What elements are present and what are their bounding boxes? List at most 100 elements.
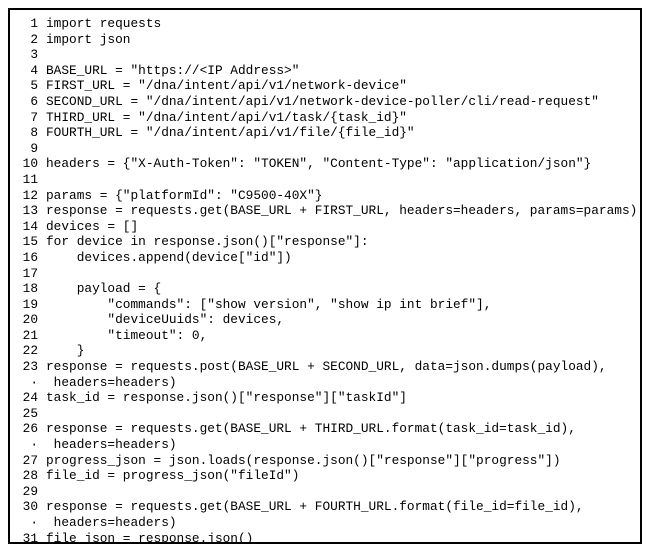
code-line: 31file_json = response.json(): [10, 531, 640, 544]
code-line: 10headers = {"X-Auth-Token": "TOKEN", "C…: [10, 156, 640, 172]
code-text: [46, 484, 640, 500]
line-number: 23: [10, 359, 46, 375]
line-number: 24: [10, 390, 46, 406]
code-text: response = requests.post(BASE_URL + SECO…: [46, 359, 640, 375]
line-number: 25: [10, 406, 46, 422]
code-text: THIRD_URL = "/dna/intent/api/v1/task/{ta…: [46, 110, 640, 126]
line-number: 2: [10, 32, 46, 48]
code-line: 2import json: [10, 32, 640, 48]
code-text: headers=headers): [46, 515, 640, 531]
line-number: ·: [10, 375, 46, 391]
code-text: "deviceUuids": devices,: [46, 312, 640, 328]
line-number: 20: [10, 312, 46, 328]
code-line: 23response = requests.post(BASE_URL + SE…: [10, 359, 640, 375]
code-text: task_id = response.json()["response"]["t…: [46, 390, 640, 406]
code-line: 1import requests: [10, 16, 640, 32]
line-number: 4: [10, 63, 46, 79]
line-number: 8: [10, 125, 46, 141]
code-line: 24task_id = response.json()["response"][…: [10, 390, 640, 406]
line-number: 16: [10, 250, 46, 266]
line-number: ·: [10, 515, 46, 531]
line-number: 28: [10, 468, 46, 484]
code-line: 5FIRST_URL = "/dna/intent/api/v1/network…: [10, 78, 640, 94]
code-text: params = {"platformId": "C9500-40X"}: [46, 188, 640, 204]
code-line: 29: [10, 484, 640, 500]
code-text: for device in response.json()["response"…: [46, 234, 640, 250]
code-text: [46, 406, 640, 422]
code-text: headers=headers): [46, 375, 640, 391]
code-line: 16 devices.append(device["id"]): [10, 250, 640, 266]
code-line: 6SECOND_URL = "/dna/intent/api/v1/networ…: [10, 94, 640, 110]
line-number: 27: [10, 453, 46, 469]
line-number: 5: [10, 78, 46, 94]
code-screenshot-container: 1import requests2import json34BASE_URL =…: [0, 0, 650, 552]
code-line: 9: [10, 141, 640, 157]
code-line: 28file_id = progress_json("fileId"): [10, 468, 640, 484]
code-text: "commands": ["show version", "show ip in…: [46, 297, 640, 313]
code-line: 21 "timeout": 0,: [10, 328, 640, 344]
code-text: import requests: [46, 16, 640, 32]
code-line: · headers=headers): [10, 437, 640, 453]
code-line: 15for device in response.json()["respons…: [10, 234, 640, 250]
code-text: file_json = response.json(): [46, 531, 640, 544]
code-text: payload = {: [46, 281, 640, 297]
code-text: BASE_URL = "https://<IP Address>": [46, 63, 640, 79]
code-text: FIRST_URL = "/dna/intent/api/v1/network-…: [46, 78, 640, 94]
code-text: headers = {"X-Auth-Token": "TOKEN", "Con…: [46, 156, 640, 172]
line-number: 26: [10, 421, 46, 437]
line-number: 19: [10, 297, 46, 313]
code-text: "timeout": 0,: [46, 328, 640, 344]
line-number: 10: [10, 156, 46, 172]
line-number: 21: [10, 328, 46, 344]
code-line: 18 payload = {: [10, 281, 640, 297]
code-text: file_id = progress_json("fileId"): [46, 468, 640, 484]
code-text: [46, 141, 640, 157]
code-text: headers=headers): [46, 437, 640, 453]
line-number: 12: [10, 188, 46, 204]
code-line: 7THIRD_URL = "/dna/intent/api/v1/task/{t…: [10, 110, 640, 126]
line-number: 29: [10, 484, 46, 500]
line-number: 18: [10, 281, 46, 297]
line-number: 11: [10, 172, 46, 188]
code-text: progress_json = json.loads(response.json…: [46, 453, 640, 469]
code-line: 8FOURTH_URL = "/dna/intent/api/v1/file/{…: [10, 125, 640, 141]
line-number: 9: [10, 141, 46, 157]
line-number: 13: [10, 203, 46, 219]
line-number: 1: [10, 16, 46, 32]
code-line: · headers=headers): [10, 515, 640, 531]
code-text: [46, 172, 640, 188]
code-line: 19 "commands": ["show version", "show ip…: [10, 297, 640, 313]
code-line: 13response = requests.get(BASE_URL + FIR…: [10, 203, 640, 219]
code-line: 27progress_json = json.loads(response.js…: [10, 453, 640, 469]
line-number: 15: [10, 234, 46, 250]
line-number: 7: [10, 110, 46, 126]
code-text: [46, 266, 640, 282]
line-number: 17: [10, 266, 46, 282]
code-line: 12params = {"platformId": "C9500-40X"}: [10, 188, 640, 204]
code-line: · headers=headers): [10, 375, 640, 391]
code-line: 11: [10, 172, 640, 188]
code-text: }: [46, 343, 640, 359]
code-line: 14devices = []: [10, 219, 640, 235]
code-line: 30response = requests.get(BASE_URL + FOU…: [10, 499, 640, 515]
code-text: import json: [46, 32, 640, 48]
code-line: 22 }: [10, 343, 640, 359]
line-number: 22: [10, 343, 46, 359]
code-text: response = requests.get(BASE_URL + FIRST…: [46, 203, 640, 219]
code-text: FOURTH_URL = "/dna/intent/api/v1/file/{f…: [46, 125, 640, 141]
line-number: 14: [10, 219, 46, 235]
code-line: 17: [10, 266, 640, 282]
code-line: 25: [10, 406, 640, 422]
line-number: 30: [10, 499, 46, 515]
code-text: SECOND_URL = "/dna/intent/api/v1/network…: [46, 94, 640, 110]
code-text: devices.append(device["id"]): [46, 250, 640, 266]
code-line: 20 "deviceUuids": devices,: [10, 312, 640, 328]
code-line: 26response = requests.get(BASE_URL + THI…: [10, 421, 640, 437]
line-number: ·: [10, 437, 46, 453]
code-line: 3: [10, 47, 640, 63]
code-text: [46, 47, 640, 63]
line-number: 6: [10, 94, 46, 110]
code-text: response = requests.get(BASE_URL + THIRD…: [46, 421, 640, 437]
line-number: 3: [10, 47, 46, 63]
code-text: devices = []: [46, 219, 640, 235]
